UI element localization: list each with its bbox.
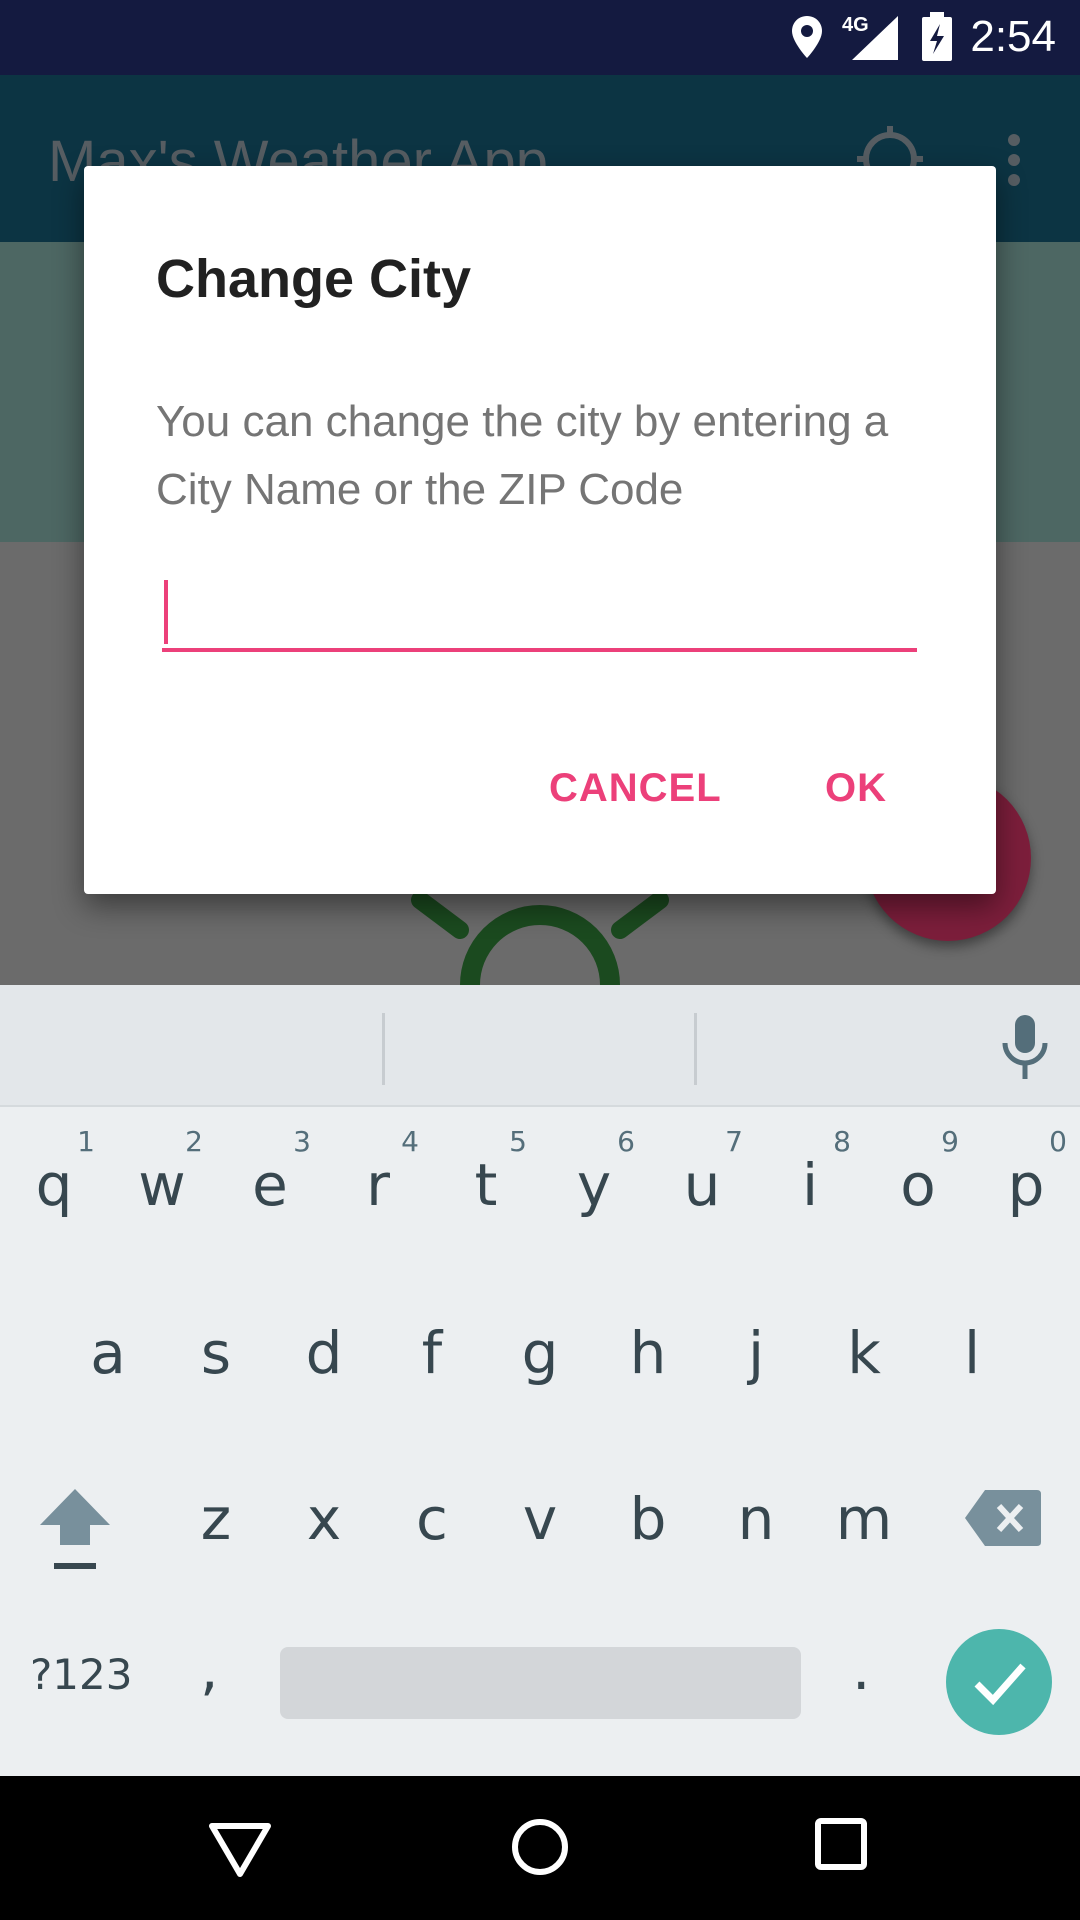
dialog-message: You can change the city by entering a Ci… <box>156 397 889 514</box>
key-hint-4: 4 <box>401 1125 419 1158</box>
key-j[interactable]: j <box>716 1303 796 1403</box>
signal-icon <box>852 16 898 65</box>
change-city-dialog: Change City You can change the city by e… <box>84 166 996 894</box>
key-hint-0: 0 <box>1049 1125 1067 1158</box>
battery-charging-icon <box>920 12 954 67</box>
home-icon[interactable] <box>511 1818 569 1881</box>
key-b[interactable]: b <box>608 1469 688 1569</box>
key-m[interactable]: m <box>824 1469 904 1569</box>
ok-button[interactable]: OK <box>825 766 887 811</box>
key-x[interactable]: x <box>284 1469 364 1569</box>
status-bar: 4G 2:54 <box>0 0 1080 75</box>
key-l[interactable]: l <box>932 1303 1012 1403</box>
suggestion-divider <box>694 1013 697 1085</box>
key-n[interactable]: n <box>716 1469 796 1569</box>
key-k[interactable]: k <box>824 1303 904 1403</box>
cancel-button[interactable]: CANCEL <box>549 766 722 811</box>
soft-keyboard: q1w2e3r4t5y6u7i8o9p0 asdfghjkl zxcvbnm ?… <box>0 985 1080 1776</box>
suggestion-divider <box>382 1013 385 1085</box>
comma-key[interactable]: , <box>200 1635 218 1703</box>
suggestion-strip <box>0 985 1080 1107</box>
text-caret <box>164 580 168 644</box>
key-hint-8: 8 <box>833 1125 851 1158</box>
more-vert-icon[interactable] <box>1000 132 1028 193</box>
key-f[interactable]: f <box>392 1303 472 1403</box>
status-time: 2:54 <box>970 12 1056 61</box>
key-s[interactable]: s <box>176 1303 256 1403</box>
shift-icon[interactable] <box>38 1485 112 1580</box>
key-z[interactable]: z <box>176 1469 256 1569</box>
backspace-icon[interactable] <box>965 1490 1041 1551</box>
symbols-key[interactable]: ?123 <box>30 1650 132 1699</box>
microphone-icon[interactable] <box>995 1015 1055 1086</box>
city-input[interactable] <box>162 572 917 652</box>
key-g[interactable]: g <box>500 1303 580 1403</box>
dialog-title: Change City <box>156 249 472 309</box>
space-key[interactable] <box>280 1647 801 1719</box>
key-hint-7: 7 <box>725 1125 743 1158</box>
recents-icon[interactable] <box>815 1818 867 1875</box>
navigation-bar <box>0 1776 1080 1920</box>
key-v[interactable]: v <box>500 1469 580 1569</box>
key-a[interactable]: a <box>68 1303 148 1403</box>
location-icon <box>790 14 824 65</box>
key-hint-2: 2 <box>185 1125 203 1158</box>
key-hint-1: 1 <box>77 1125 95 1158</box>
check-icon <box>974 1663 1026 1706</box>
key-d[interactable]: d <box>284 1303 364 1403</box>
key-hint-9: 9 <box>941 1125 959 1158</box>
period-key[interactable]: . <box>852 1635 870 1703</box>
key-hint-6: 6 <box>617 1125 635 1158</box>
key-c[interactable]: c <box>392 1469 472 1569</box>
back-icon[interactable] <box>208 1822 272 1883</box>
key-hint-3: 3 <box>293 1125 311 1158</box>
key-hint-5: 5 <box>509 1125 527 1158</box>
key-h[interactable]: h <box>608 1303 688 1403</box>
enter-key[interactable] <box>946 1629 1052 1735</box>
